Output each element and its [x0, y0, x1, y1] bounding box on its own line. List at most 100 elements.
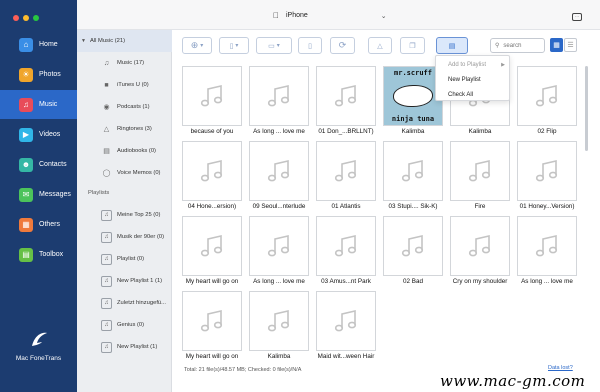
music-note-icon: [450, 141, 510, 201]
song-title: 01 Honey...Version): [519, 203, 575, 210]
music-note-icon: [517, 141, 577, 201]
tree-item-all-music[interactable]: ▼ All Music (21): [77, 30, 172, 52]
scrollbar[interactable]: [585, 66, 588, 151]
song-tile[interactable]: Fire: [450, 141, 510, 210]
refresh-button[interactable]: ⟳: [330, 37, 355, 54]
song-title: 01 Don_...BRLLNT): [318, 128, 374, 135]
add-button[interactable]: ⊕ ▾: [182, 37, 212, 54]
playlist-item[interactable]: ♫ Zuletzt hinzugefü...: [77, 292, 172, 314]
nav-item-contacts[interactable]: ☻ Contacts: [0, 150, 77, 179]
music-note-icon: [517, 66, 577, 126]
playlist-icon: ♫: [101, 253, 112, 265]
music-note-icon: [316, 216, 376, 276]
toolbox-menu-button[interactable]: ▤: [436, 37, 468, 54]
music-note-icon: [517, 216, 577, 276]
song-tile[interactable]: 02 Bad: [383, 216, 443, 285]
song-title: 01 Atlantis: [331, 203, 361, 210]
song-tile[interactable]: 03 Stupi.... Sik-K): [383, 141, 443, 210]
nav-item-videos[interactable]: ▶ Videos: [0, 120, 77, 149]
playlist-item[interactable]: ♫ Genius (0): [77, 314, 172, 336]
device-name: iPhone: [280, 11, 308, 19]
music-note-icon: [316, 66, 376, 126]
tree-item[interactable]: ▤ Audiobooks (0): [77, 140, 172, 162]
list-view-button[interactable]: ☰: [564, 38, 577, 52]
song-tile[interactable]: My heart will go on: [182, 291, 242, 360]
music-note-icon: [249, 141, 309, 201]
song-tile[interactable]: 02 Flip: [517, 66, 577, 135]
menu-item-add-to-playlist: Add to Playlist ▶: [436, 58, 511, 72]
bell-icon: △: [103, 126, 110, 133]
nav-item-music[interactable]: ♫ Music: [0, 90, 77, 119]
tree-item[interactable]: ◯ Voice Memos (0): [77, 162, 172, 184]
song-tile[interactable]: As long ... love me: [517, 216, 577, 285]
nav-item-messages[interactable]: ✉ Messages: [0, 180, 77, 209]
export-to-device-button[interactable]: ▯ ▾: [219, 37, 249, 54]
search-input[interactable]: [503, 42, 542, 49]
ringtone-maker-button[interactable]: △: [368, 37, 392, 54]
videos-icon: ▶: [19, 127, 33, 142]
song-tile[interactable]: 09 Seoul...nterlude: [249, 141, 309, 210]
search-box[interactable]: ⚲: [490, 38, 545, 53]
nav-item-home[interactable]: ⌂ Home: [0, 30, 77, 59]
playlist-label: Musik der 90er (0): [117, 234, 165, 240]
tree-item-label: Music (17): [117, 60, 145, 66]
music-grid: because of you As long ... love me 01 Don_…: [172, 60, 584, 365]
feedback-icon[interactable]: ···: [572, 13, 582, 21]
nav-item-photos[interactable]: ☀ Photos: [0, 60, 77, 89]
minimize-window-icon[interactable]: [23, 15, 29, 21]
status-total: Total: 21 file(s)/48.57 MB; Checked: 0 f…: [184, 367, 302, 373]
playlist-icon: ♫: [101, 209, 112, 221]
nav-item-label: Messages: [39, 191, 71, 198]
playlist-item[interactable]: ♫ Meine Top 25 (0): [77, 204, 172, 226]
playlist-icon: ♫: [101, 319, 112, 331]
briefcase-icon: ▤: [448, 42, 456, 50]
menu-item-check-all[interactable]: Check All: [436, 88, 511, 102]
playlist-item[interactable]: ♫ Playlist (0): [77, 248, 172, 270]
playlist-item[interactable]: ♫ New Playlist (1): [77, 336, 172, 358]
song-tile[interactable]: mr.scruff ninja tuna Kalimba: [383, 66, 443, 135]
tree-item[interactable]: ◉ Podcasts (1): [77, 96, 172, 118]
note-icon: ♫: [103, 59, 110, 67]
song-tile[interactable]: 01 Honey...Version): [517, 141, 577, 210]
song-tile[interactable]: Maid wit...ween Hair: [316, 291, 376, 360]
tree-item[interactable]: △ Ringtones (3): [77, 118, 172, 140]
menu-item-new-playlist[interactable]: New Playlist: [436, 73, 511, 87]
song-tile[interactable]: 01 Don_...BRLLNT): [316, 66, 376, 135]
delete-button[interactable]: ▯: [298, 37, 322, 54]
song-title: Cry on my shoulder: [452, 278, 508, 285]
album-art: mr.scruff ninja tuna: [383, 66, 443, 126]
chevron-down-icon: ▾: [235, 43, 239, 49]
device-selector[interactable]:  iPhone ⌄: [273, 11, 387, 20]
nav-item-toolbox[interactable]: ▤ Toolbox: [0, 240, 77, 269]
song-tile[interactable]: 03 Amus...nt Park: [316, 216, 376, 285]
chevron-down-icon: ▾: [200, 43, 204, 49]
album-art-text-top: mr.scruff: [394, 69, 432, 77]
close-window-icon[interactable]: [13, 15, 19, 21]
song-tile[interactable]: 01 Atlantis: [316, 141, 376, 210]
toolbox-icon: ▤: [19, 247, 33, 262]
nav-item-others[interactable]: ▦ Others: [0, 210, 77, 239]
song-tile[interactable]: Kalimba: [249, 291, 309, 360]
grid-view-button[interactable]: ▦: [550, 38, 563, 52]
tree-item-label: iTunes U (0): [117, 82, 149, 88]
maximize-window-icon[interactable]: [33, 15, 39, 21]
convert-button[interactable]: ❐: [400, 37, 425, 54]
data-lost-link[interactable]: Data lost?: [548, 365, 573, 371]
song-tile[interactable]: Cry on my shoulder: [450, 216, 510, 285]
song-title: As long ... love me: [521, 278, 573, 285]
playlist-icon: ♫: [101, 275, 112, 287]
playlist-item[interactable]: ♫ New Playlist 1 (1): [77, 270, 172, 292]
trash-icon: ▯: [308, 42, 312, 50]
song-tile[interactable]: As long ... love me: [249, 66, 309, 135]
song-tile[interactable]: My heart will go on: [182, 216, 242, 285]
song-tile[interactable]: 04 Hone...ersion): [182, 141, 242, 210]
tree-item[interactable]: ■ iTunes U (0): [77, 74, 172, 96]
song-title: 02 Bad: [403, 278, 423, 285]
tree-item-label: Voice Memos (0): [117, 170, 161, 176]
song-tile[interactable]: As long ... love me: [249, 216, 309, 285]
song-tile[interactable]: because of you: [182, 66, 242, 135]
music-icon: ♫: [19, 97, 33, 112]
export-to-pc-button[interactable]: ▭ ▾: [256, 37, 292, 54]
tree-item[interactable]: ♫ Music (17): [77, 52, 172, 74]
playlist-item[interactable]: ♫ Musik der 90er (0): [77, 226, 172, 248]
